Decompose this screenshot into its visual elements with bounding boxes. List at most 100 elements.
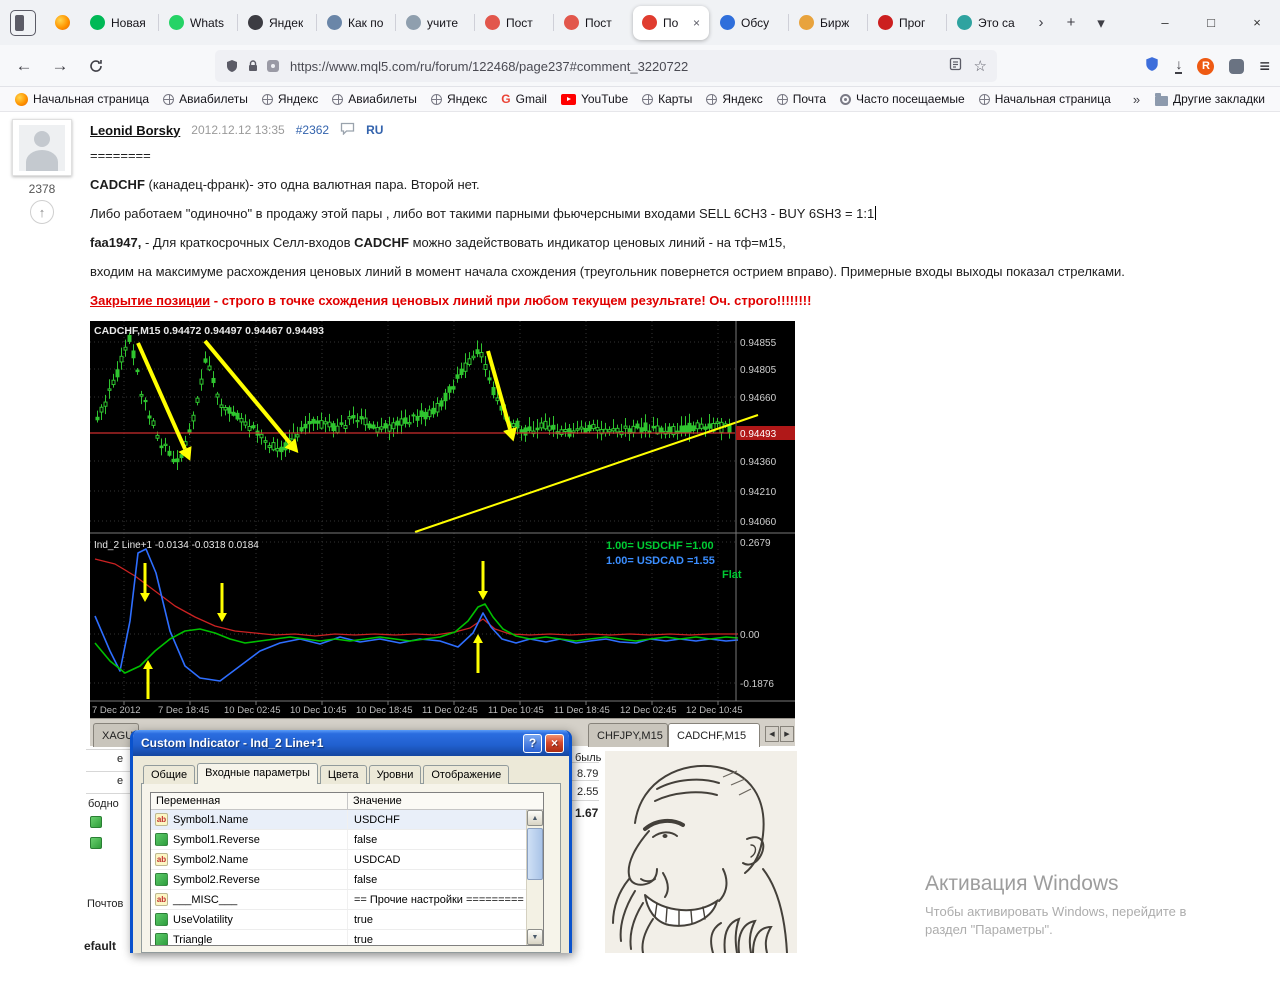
- browser-tab[interactable]: Прог: [869, 6, 945, 40]
- adblock-extension-icon[interactable]: [1144, 56, 1160, 77]
- back-button[interactable]: ←: [8, 50, 40, 82]
- parameter-name: UseVolatility: [173, 913, 233, 926]
- dialog-scrollbar[interactable]: ▲ ▼: [526, 810, 543, 945]
- parameter-value[interactable]: false: [348, 874, 377, 886]
- dialog-title-bar[interactable]: Custom Indicator - Ind_2 Line+1 ? ×: [133, 730, 569, 756]
- minimize-button[interactable]: –: [1142, 0, 1188, 45]
- lock-icon[interactable]: [246, 59, 260, 73]
- svg-text:0.94060: 0.94060: [740, 517, 777, 528]
- scrollbar-thumb[interactable]: [527, 828, 543, 880]
- forward-button[interactable]: →: [44, 50, 76, 82]
- dialog-tab[interactable]: Уровни: [368, 765, 422, 784]
- bookmark-item[interactable]: YouTube: [554, 90, 635, 108]
- bookmark-item[interactable]: Начальная страница: [8, 90, 156, 108]
- bookmark-item[interactable]: Авиабилеты: [156, 90, 255, 108]
- mt4-chart-tab[interactable]: CADCHF,M15: [668, 723, 760, 747]
- browser-tab[interactable]: Бирж: [790, 6, 866, 40]
- parameter-row[interactable]: ab Symbol2.Name USDCAD: [151, 850, 543, 870]
- downloads-icon[interactable]: ↓: [1175, 57, 1183, 74]
- parameter-row[interactable]: ab Symbol1.Name USDCHF: [151, 810, 543, 830]
- browser-tab[interactable]: учите: [397, 6, 473, 40]
- reader-view-icon[interactable]: [949, 57, 962, 76]
- bookmarks-overflow-icon[interactable]: »: [1125, 92, 1148, 107]
- dialog-tab[interactable]: Общие: [143, 765, 196, 784]
- dialog-help-button[interactable]: ?: [523, 733, 542, 753]
- svg-text:1.00= USDCHF =1.00: 1.00= USDCHF =1.00: [606, 540, 714, 552]
- tracking-shield-icon[interactable]: [225, 59, 239, 73]
- parameter-value[interactable]: == Прочие настройки =========: [348, 894, 524, 906]
- browser-tab[interactable]: Новая: [81, 6, 157, 40]
- browser-tab[interactable]: [45, 6, 79, 40]
- parameter-value[interactable]: false: [348, 834, 377, 846]
- mt4-tab-scroll-left-icon[interactable]: ◀: [765, 726, 779, 742]
- post-language-link[interactable]: RU: [366, 123, 383, 137]
- parameter-value[interactable]: true: [348, 934, 373, 946]
- password-manager-extension-icon[interactable]: R: [1197, 57, 1215, 75]
- post-author-link[interactable]: Leonid Borsky: [90, 123, 180, 138]
- site-permission-icon[interactable]: [267, 60, 279, 72]
- bookmark-star-icon[interactable]: ☆: [974, 57, 987, 75]
- tab-label: Пост: [506, 15, 533, 30]
- bookmarks-list: Начальная страница Авиабилеты Яндекс Авиаби…: [8, 90, 1118, 108]
- parameter-row[interactable]: Symbol1.Reverse false: [151, 830, 543, 850]
- caricature-image[interactable]: [605, 751, 797, 954]
- tab-scroll-right-icon[interactable]: ›: [1027, 9, 1055, 37]
- maximize-button[interactable]: □: [1188, 0, 1234, 45]
- browser-tab[interactable]: Яндек: [239, 6, 315, 40]
- tab-close-icon[interactable]: ×: [693, 16, 700, 30]
- svg-text:1.00= USDCAD =1.55: 1.00= USDCAD =1.55: [606, 555, 715, 567]
- parameter-value[interactable]: true: [348, 914, 373, 926]
- post-text-segment: CADCHF: [90, 177, 145, 192]
- navigation-bar: ← → https://www.mql5.com/ru/forum/122468…: [0, 45, 1280, 87]
- dialog-tab[interactable]: Цвета: [319, 765, 367, 784]
- quote-bubble-icon[interactable]: [340, 122, 355, 138]
- parameter-row[interactable]: UseVolatility true: [151, 910, 543, 930]
- bookmark-label: Начальная страница: [33, 92, 150, 106]
- other-bookmarks-folder[interactable]: Другие закладки: [1148, 90, 1272, 108]
- browser-tab[interactable]: По ×: [633, 5, 709, 40]
- parameter-value[interactable]: USDCHF: [348, 814, 400, 826]
- post-number-link[interactable]: #2362: [296, 123, 329, 137]
- bookmark-label: Карты: [658, 92, 693, 106]
- bookmark-item[interactable]: Начальная страница: [972, 90, 1118, 108]
- bookmark-item[interactable]: Почта: [770, 90, 833, 108]
- list-all-tabs-icon[interactable]: ▾: [1087, 9, 1115, 37]
- parameter-row[interactable]: Symbol2.Reverse false: [151, 870, 543, 890]
- browser-tab[interactable]: Как по: [318, 6, 394, 40]
- browser-tab[interactable]: Обсу: [711, 6, 787, 40]
- parameter-row[interactable]: ab ___MISC___ == Прочие настройки ========…: [151, 890, 543, 910]
- bookmark-item[interactable]: Яндекс: [255, 90, 325, 108]
- bookmark-item[interactable]: Часто посещаемые: [833, 90, 972, 108]
- browser-tab[interactable]: Пост: [555, 6, 631, 40]
- bookmark-item[interactable]: Яндекс: [424, 90, 494, 108]
- tab-label: По: [663, 15, 679, 30]
- new-tab-button[interactable]: +: [1057, 9, 1085, 37]
- caricature-sketch: [605, 751, 797, 954]
- upvote-button[interactable]: ↑: [30, 200, 54, 224]
- close-button[interactable]: ×: [1234, 0, 1280, 45]
- mt4-tab-scroll-right-icon[interactable]: ▶: [780, 726, 794, 742]
- dialog-title: Custom Indicator - Ind_2 Line+1: [141, 736, 324, 750]
- browser-tab[interactable]: Whats: [160, 6, 236, 40]
- app-menu-icon[interactable]: ≡: [1259, 56, 1270, 77]
- mt4-chart-tab[interactable]: CHFJPY,M15: [588, 723, 668, 747]
- scroll-up-icon[interactable]: ▲: [527, 810, 543, 826]
- user-avatar[interactable]: [12, 119, 72, 176]
- bookmark-item[interactable]: G Gmail: [494, 90, 554, 108]
- dialog-close-button[interactable]: ×: [545, 733, 564, 753]
- parameter-value[interactable]: USDCAD: [348, 854, 400, 866]
- scroll-down-icon[interactable]: ▼: [527, 929, 543, 945]
- url-bar[interactable]: https://www.mql5.com/ru/forum/122468/pag…: [215, 50, 997, 82]
- bookmark-item[interactable]: Яндекс: [699, 90, 769, 108]
- reload-button[interactable]: [80, 50, 112, 82]
- bookmark-item[interactable]: Карты: [635, 90, 699, 108]
- browser-tab[interactable]: Пост: [476, 6, 552, 40]
- browser-tab[interactable]: Это са: [948, 6, 1024, 40]
- dialog-tab[interactable]: Отображение: [423, 765, 510, 784]
- firefox-view-icon[interactable]: [10, 9, 36, 36]
- chart-image[interactable]: 0.94855 0.94805 0.94660 0.94493 0.94360 0.942…: [90, 321, 795, 747]
- bookmark-item[interactable]: Авиабилеты: [325, 90, 424, 108]
- extension-icon[interactable]: [1229, 58, 1245, 74]
- parameter-row[interactable]: Triangle true: [151, 930, 543, 946]
- dialog-tab[interactable]: Входные параметры: [197, 763, 318, 784]
